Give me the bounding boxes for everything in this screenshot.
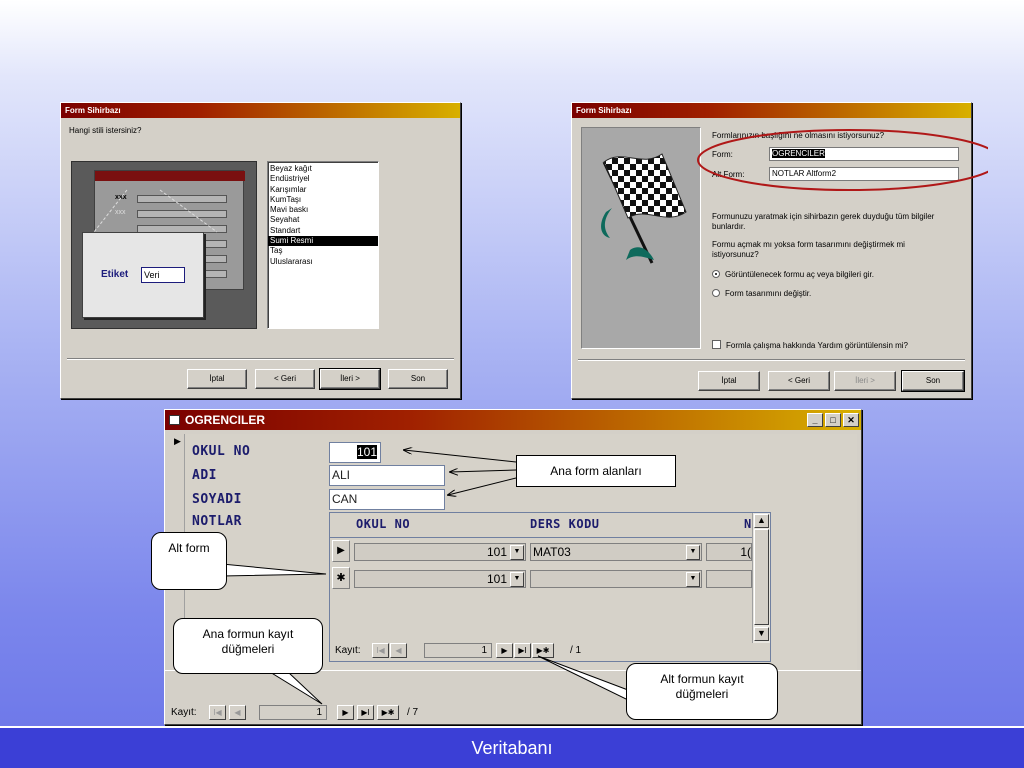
footer-bar: Veritabanı bbox=[0, 726, 1024, 768]
footer-title: Veritabanı bbox=[471, 738, 553, 758]
callout-arrows bbox=[221, 0, 629, 705]
callout-main-nav: Ana formun kayıt düğmeleri bbox=[173, 618, 323, 674]
callout-subform: Alt form bbox=[151, 532, 227, 590]
callout-main-fields: Ana form alanları bbox=[516, 455, 676, 487]
callout-sub-nav: Alt formun kayıt düğmeleri bbox=[626, 663, 778, 720]
